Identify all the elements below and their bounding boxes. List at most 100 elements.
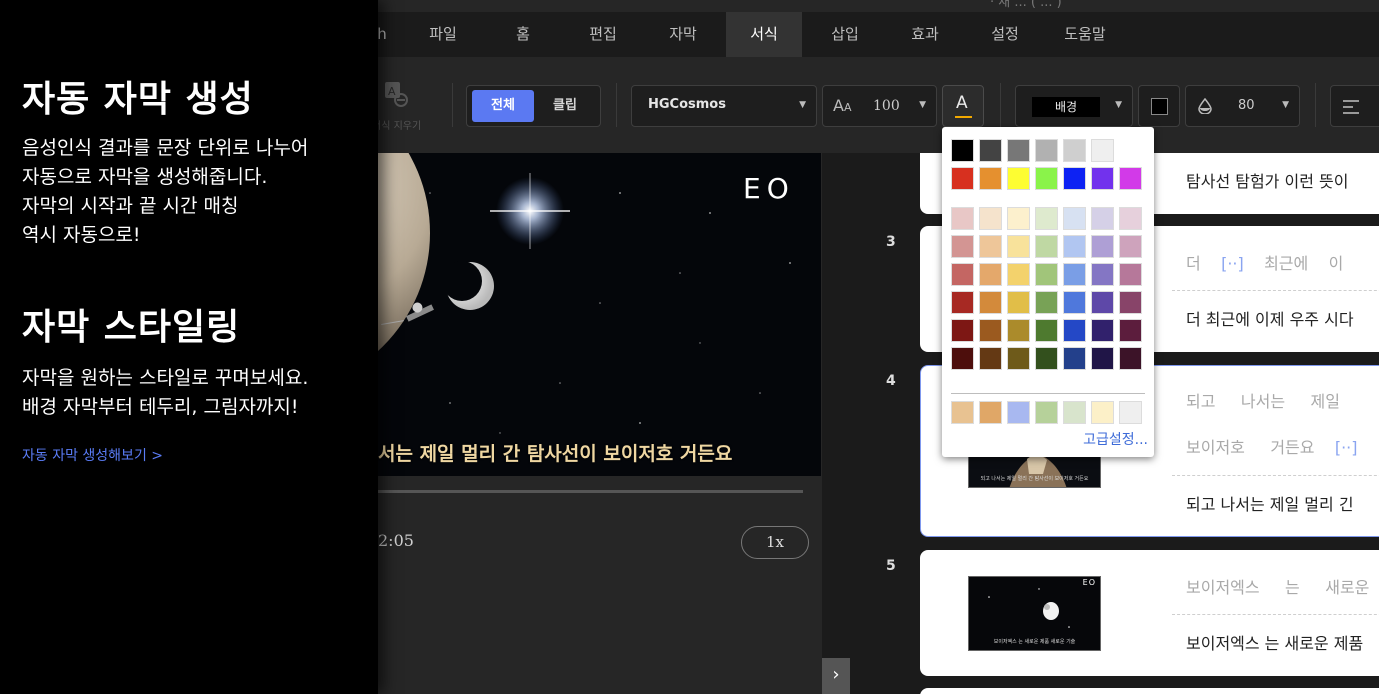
playback-speed-button[interactable]: 1x [741,526,809,559]
color-swatch[interactable] [951,235,974,258]
advanced-settings-link[interactable]: 고급설정... [1083,429,1148,449]
color-swatch[interactable] [1091,319,1114,342]
color-swatch[interactable] [1007,235,1030,258]
color-swatch[interactable] [979,401,1002,424]
subtitle-sentence[interactable]: 탐사선 탐험가 이런 뜻이 [1186,168,1348,192]
color-swatch[interactable] [1119,401,1142,424]
segment-word[interactable]: 최근에 [1264,254,1308,273]
color-swatch[interactable] [1091,207,1114,230]
background-style-dropdown[interactable]: 배경 ▼ [1015,85,1133,127]
color-swatch[interactable] [1063,235,1086,258]
subtitle-sentence[interactable]: 되고 나서는 제일 멀리 긴 [1186,491,1354,515]
color-swatch[interactable] [1119,347,1142,370]
color-swatch[interactable] [1063,401,1086,424]
segment-word[interactable]: 제일 [1311,392,1340,411]
menu-item-format[interactable]: 서식 [726,12,802,57]
segment-word[interactable]: 이 [1329,254,1344,273]
color-swatch[interactable] [1091,139,1114,162]
menu-item-insert[interactable]: 삽입 [812,12,878,57]
menu-item-edit[interactable]: 편집 [570,12,636,57]
segment-word[interactable]: 새로운 [1325,578,1369,597]
color-swatch[interactable] [1063,139,1086,162]
color-swatch[interactable] [1007,167,1030,190]
chevron-right-icon[interactable]: › [822,658,850,694]
color-swatch[interactable] [951,347,974,370]
color-swatch[interactable] [979,235,1002,258]
color-swatch[interactable] [1063,263,1086,286]
color-swatch[interactable] [1035,167,1058,190]
try-auto-subtitle-link[interactable]: 자동 자막 생성해보기 > [22,445,163,465]
color-swatch[interactable] [1091,291,1114,314]
color-swatch[interactable] [979,263,1002,286]
segment-word[interactable]: 더 [1186,254,1201,273]
color-swatch[interactable] [1119,167,1142,190]
background-color-button[interactable] [1138,85,1180,127]
menu-item-effects[interactable]: 효과 [892,12,958,57]
color-swatch[interactable] [1091,401,1114,424]
color-swatch[interactable] [1035,401,1058,424]
font-color-button[interactable]: A [942,85,984,127]
color-swatch[interactable] [979,207,1002,230]
segment-word[interactable]: 는 [1285,578,1300,597]
scope-all-button[interactable]: 전체 [472,90,534,122]
scope-clip-button[interactable]: 클립 [534,90,596,122]
color-swatch[interactable] [979,347,1002,370]
segment-word[interactable]: 거든요 [1270,438,1314,457]
menu-item-home[interactable]: 홈 [490,12,556,57]
color-swatch[interactable] [1007,139,1030,162]
playback-progress-bar[interactable] [376,490,803,493]
color-swatch[interactable] [1007,263,1030,286]
color-swatch[interactable] [951,291,974,314]
color-swatch[interactable] [1035,263,1058,286]
color-swatch[interactable] [1119,263,1142,286]
subtitle-thumbnail[interactable]: EO 보이저엑스 는 새로운 제품 새로운 기술 [968,576,1101,651]
color-swatch[interactable] [1035,347,1058,370]
font-size-dropdown[interactable]: AA 100 ▼ [822,85,937,127]
color-swatch[interactable] [1119,291,1142,314]
color-swatch[interactable] [951,319,974,342]
color-swatch[interactable] [1007,207,1030,230]
color-swatch[interactable] [951,139,974,162]
color-swatch[interactable] [1063,291,1086,314]
clear-format-icon[interactable]: A [384,81,408,107]
color-swatch[interactable] [1063,319,1086,342]
menu-item-settings[interactable]: 설정 [972,12,1038,57]
color-swatch[interactable] [1091,235,1114,258]
color-swatch[interactable] [1119,207,1142,230]
color-swatch[interactable] [951,207,974,230]
color-swatch[interactable] [1007,347,1030,370]
subtitle-sentence[interactable]: 보이저엑스 는 새로운 제품 [1186,630,1363,654]
color-swatch[interactable] [951,263,974,286]
color-swatch[interactable] [1091,167,1114,190]
subtitle-sentence[interactable]: 더 최근에 이제 우주 시다 [1186,306,1354,330]
segment-word[interactable]: 나서는 [1241,392,1285,411]
color-swatch[interactable] [1035,139,1058,162]
color-swatch[interactable] [951,401,974,424]
segment-pause[interactable]: [··] [1335,438,1358,457]
color-swatch[interactable] [1063,347,1086,370]
color-swatch[interactable] [979,167,1002,190]
segment-word[interactable]: 보이저호 [1186,438,1245,457]
color-swatch[interactable] [1119,235,1142,258]
list-item[interactable] [920,688,1379,694]
color-swatch[interactable] [1007,319,1030,342]
color-swatch[interactable] [1035,207,1058,230]
segment-word[interactable]: 되고 [1186,392,1215,411]
menu-item-file[interactable]: 파일 [410,12,476,57]
menu-item-help[interactable]: 도움말 [1050,12,1120,57]
color-swatch[interactable] [1091,263,1114,286]
segment-pause[interactable]: [··] [1221,254,1244,273]
font-family-dropdown[interactable]: HGCosmos ▼ [631,85,817,127]
color-swatch[interactable] [1035,235,1058,258]
color-swatch[interactable] [979,291,1002,314]
color-swatch[interactable] [1007,401,1030,424]
color-swatch[interactable] [1035,319,1058,342]
text-align-dropdown[interactable] [1330,85,1379,127]
color-swatch[interactable] [1063,167,1086,190]
color-swatch[interactable] [1091,347,1114,370]
color-swatch[interactable] [1119,319,1142,342]
color-swatch[interactable] [1063,207,1086,230]
color-swatch[interactable] [1035,291,1058,314]
color-swatch[interactable] [1119,139,1142,162]
segment-word[interactable]: 보이저엑스 [1186,578,1260,597]
